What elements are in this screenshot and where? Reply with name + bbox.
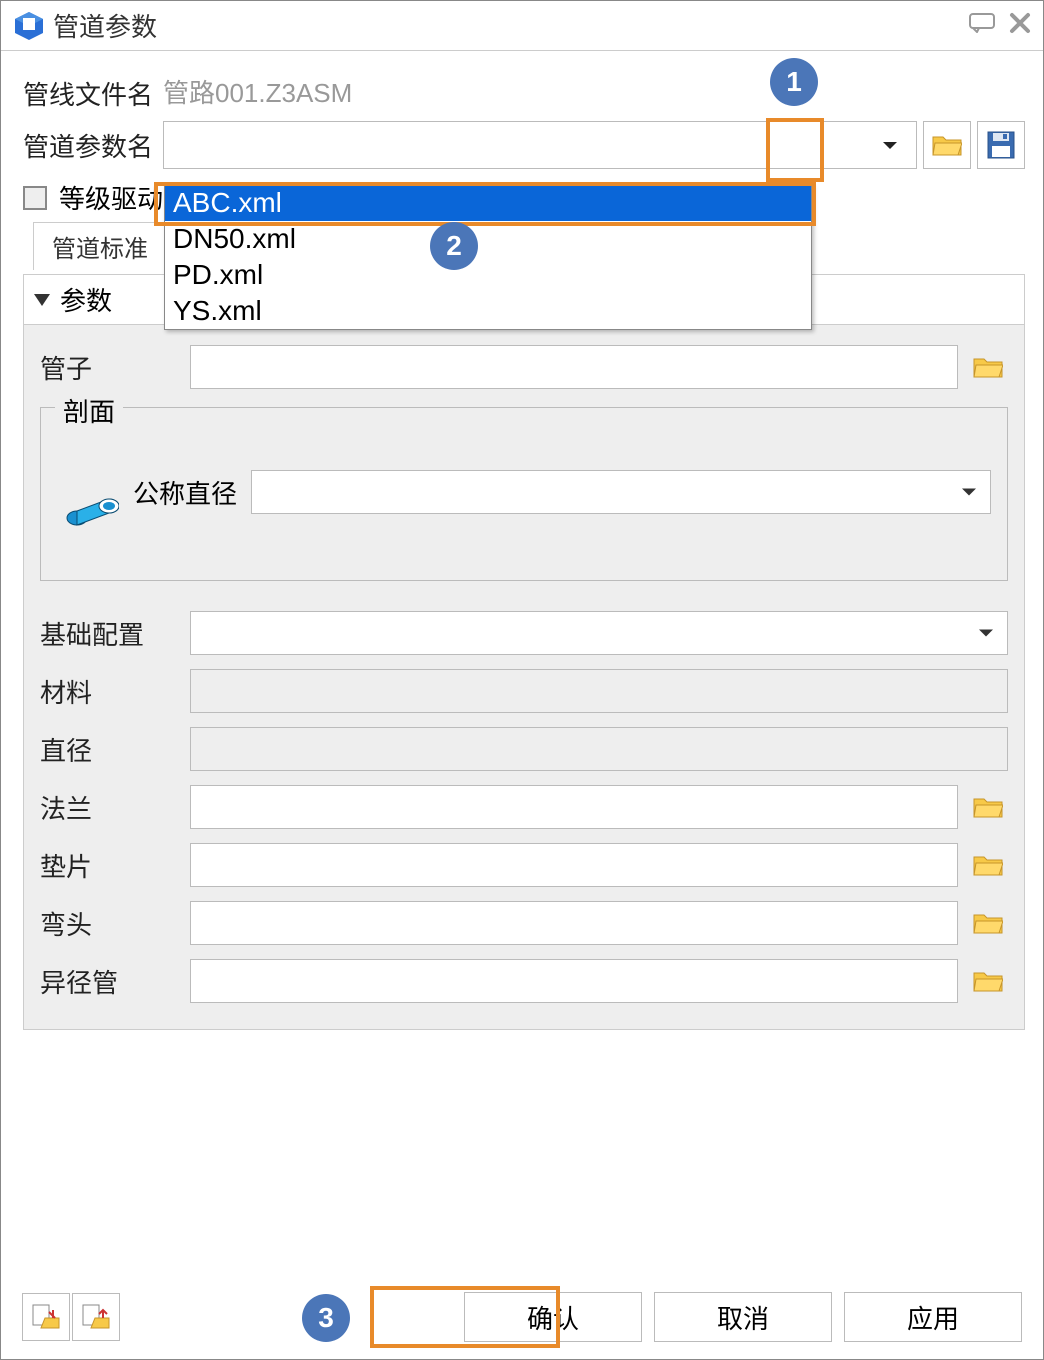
pipe-row: 管子 — [40, 345, 1008, 389]
elbow-label: 弯头 — [40, 905, 190, 942]
footer: 确认 取消 应用 — [0, 1292, 1044, 1342]
window-title: 管道参数 — [53, 7, 955, 44]
pipe-input[interactable] — [190, 345, 958, 389]
dropdown-arrow-icon[interactable] — [864, 122, 916, 168]
callout-1: 1 — [770, 58, 818, 106]
reducer-input[interactable] — [190, 959, 958, 1003]
grade-drive-checkbox[interactable] — [23, 186, 47, 210]
section-fieldset: 剖面 公称直径 — [40, 407, 1008, 581]
pipeline-param-label: 管道参数名 — [23, 127, 163, 164]
pipe-browse-button[interactable] — [968, 355, 1008, 379]
gasket-input[interactable] — [190, 843, 958, 887]
gasket-row: 垫片 — [40, 843, 1008, 887]
callout-3: 3 — [302, 1294, 350, 1342]
pipe-3d-icon — [57, 452, 127, 532]
base-config-row: 基础配置 — [40, 611, 1008, 655]
pipeline-param-row: 管道参数名 — [23, 121, 1025, 169]
params-header-label: 参数 — [60, 281, 112, 318]
app-icon — [13, 10, 45, 42]
flange-input[interactable] — [190, 785, 958, 829]
reducer-label: 异径管 — [40, 963, 190, 1000]
titlebar: 管道参数 — [1, 1, 1043, 51]
param-name-dropdown-list: ABC.xml DN50.xml PD.xml YS.xml — [164, 184, 812, 330]
material-row: 材料 — [40, 669, 1008, 713]
dropdown-item-pd[interactable]: PD.xml — [165, 257, 811, 293]
elbow-row: 弯头 — [40, 901, 1008, 945]
elbow-input[interactable] — [190, 901, 958, 945]
nominal-diameter-row: 公称直径 — [57, 452, 991, 532]
pipeline-file-row: 管线文件名 管路001.Z3ASM — [23, 73, 1025, 113]
nominal-diameter-select[interactable] — [251, 470, 991, 514]
tab-pipe-standard[interactable]: 管道标准 — [33, 222, 167, 270]
cancel-button[interactable]: 取消 — [654, 1292, 832, 1342]
export-button[interactable] — [72, 1293, 120, 1341]
diameter-label: 直径 — [40, 731, 190, 768]
apply-button[interactable]: 应用 — [844, 1292, 1022, 1342]
dropdown-item-dn50[interactable]: DN50.xml — [165, 221, 811, 257]
elbow-browse-button[interactable] — [968, 911, 1008, 935]
collapse-triangle-icon — [34, 294, 50, 306]
confirm-button[interactable]: 确认 — [464, 1292, 642, 1342]
import-button[interactable] — [22, 1293, 70, 1341]
reducer-browse-button[interactable] — [968, 969, 1008, 993]
pipeline-param-dropdown[interactable] — [163, 121, 917, 169]
open-folder-button[interactable] — [923, 121, 971, 169]
dropdown-item-ys[interactable]: YS.xml — [165, 293, 811, 329]
help-icon[interactable] — [969, 13, 995, 39]
flange-label: 法兰 — [40, 789, 190, 826]
save-button[interactable] — [977, 121, 1025, 169]
dropdown-item-abc[interactable]: ABC.xml — [165, 185, 811, 221]
gasket-browse-button[interactable] — [968, 853, 1008, 877]
params-body: 管子 剖面 — [24, 325, 1024, 1029]
base-config-select[interactable] — [190, 611, 1008, 655]
reducer-row: 异径管 — [40, 959, 1008, 1003]
material-label: 材料 — [40, 673, 190, 710]
diameter-input — [190, 727, 1008, 771]
base-config-label: 基础配置 — [40, 615, 190, 652]
grade-drive-label: 等级驱动 — [59, 179, 163, 216]
tab-panel: 参数 管子 剖面 — [23, 274, 1025, 1030]
gasket-label: 垫片 — [40, 847, 190, 884]
material-input — [190, 669, 1008, 713]
pipeline-file-value: 管路001.Z3ASM — [163, 73, 1025, 113]
section-legend: 剖面 — [55, 392, 123, 429]
callout-2: 2 — [430, 222, 478, 270]
pipeline-file-label: 管线文件名 — [23, 75, 163, 112]
close-icon[interactable] — [1009, 12, 1031, 40]
diameter-row: 直径 — [40, 727, 1008, 771]
footer-icons — [22, 1293, 120, 1341]
nominal-diameter-label: 公称直径 — [133, 474, 237, 511]
pipe-label: 管子 — [40, 349, 190, 386]
flange-row: 法兰 — [40, 785, 1008, 829]
flange-browse-button[interactable] — [968, 795, 1008, 819]
